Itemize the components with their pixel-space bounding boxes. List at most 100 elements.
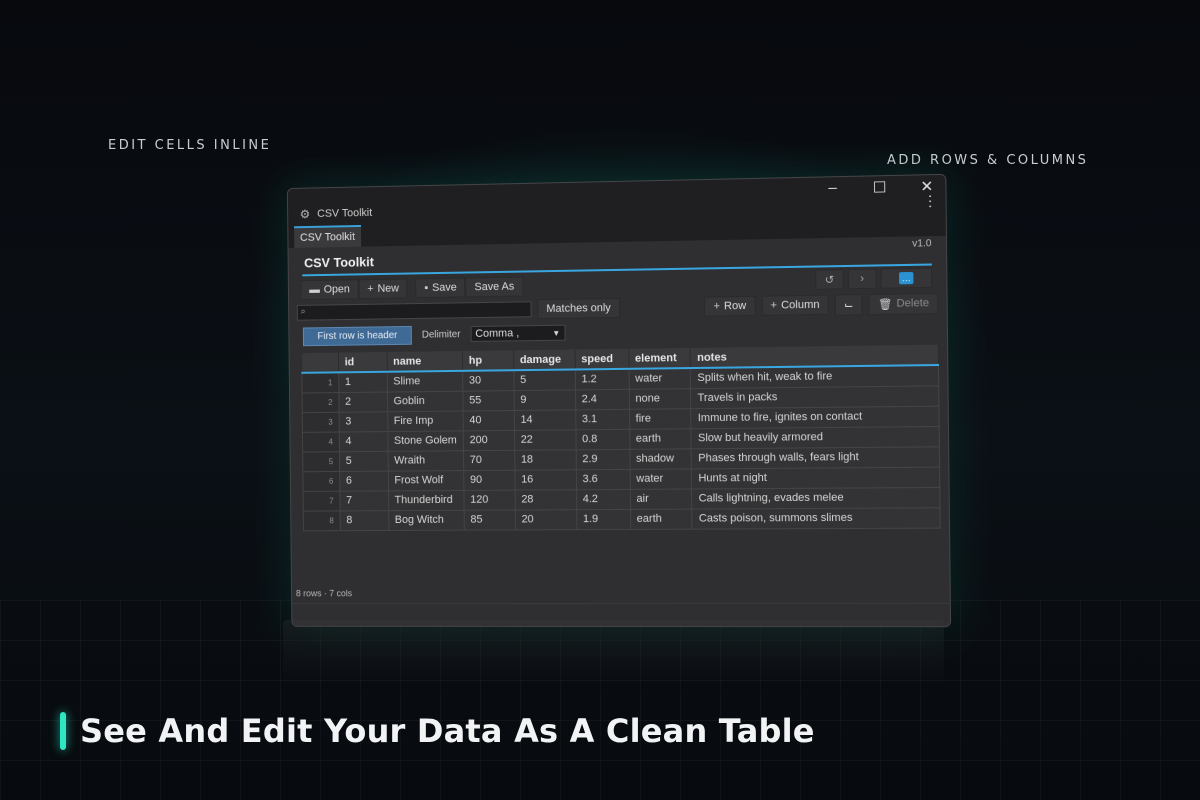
table-cell[interactable]: 5: [514, 369, 576, 390]
table-cell[interactable]: 40: [463, 410, 514, 430]
history-icon[interactable]: ↺: [815, 269, 844, 290]
table-cell[interactable]: 55: [463, 390, 514, 410]
search-input[interactable]: ⌕: [297, 301, 532, 320]
table-cell[interactable]: 3.1: [575, 409, 629, 430]
table-cell[interactable]: 22: [514, 429, 576, 449]
table-cell[interactable]: 200: [463, 430, 514, 450]
table-cell[interactable]: earth: [629, 428, 691, 449]
window-reflection: [283, 620, 944, 690]
settings-button[interactable]: …: [880, 268, 932, 289]
save-as-label: Save As: [474, 281, 514, 294]
table-cell[interactable]: Slime: [387, 371, 463, 392]
table-cell[interactable]: 6: [340, 471, 389, 491]
first-row-header-toggle[interactable]: First row is header: [303, 325, 412, 345]
status-bar: 8 rows · 7 cols: [292, 588, 950, 605]
table-cell[interactable]: 20: [515, 509, 577, 529]
column-header[interactable]: damage: [513, 350, 575, 371]
tab-csv-toolkit[interactable]: CSV Toolkit: [294, 225, 361, 248]
table-cell[interactable]: 8: [340, 510, 389, 530]
table-cell[interactable]: Immune to fire, ignites on contact: [691, 406, 939, 429]
table-cell[interactable]: 3: [339, 411, 388, 431]
table-cell[interactable]: Splits when hit, weak to fire: [691, 365, 939, 388]
table-cell[interactable]: water: [630, 468, 692, 488]
table-cell[interactable]: 9: [514, 389, 576, 410]
table-cell[interactable]: 14: [514, 409, 576, 430]
chevron-right-icon[interactable]: ›: [848, 269, 877, 290]
app-window: ⚙ CSV Toolkit – ☐ ✕ ⋮ CSV Toolkit CSV To…: [287, 174, 951, 627]
table-cell[interactable]: Goblin: [387, 391, 463, 412]
table-cell[interactable]: 5: [339, 451, 388, 471]
table-cell[interactable]: 3.6: [576, 469, 630, 489]
table-cell[interactable]: Travels in packs: [691, 385, 939, 408]
table-cell[interactable]: 7: [340, 490, 389, 510]
table-cell[interactable]: 1: [339, 372, 388, 392]
table-cell[interactable]: 16: [515, 469, 577, 489]
minimize-icon[interactable]: –: [824, 179, 841, 198]
row-number: 5: [303, 451, 340, 471]
more-options-icon[interactable]: ⋮: [923, 192, 938, 210]
table-cell[interactable]: Calls lightning, evades melee: [692, 487, 940, 509]
save-as-button[interactable]: Save As: [465, 277, 523, 298]
table-cell[interactable]: Hunts at night: [692, 467, 940, 489]
table-cell[interactable]: Phases through walls, fears light: [692, 446, 940, 468]
table-cell[interactable]: fire: [629, 408, 691, 429]
table-cell[interactable]: Bog Witch: [388, 510, 464, 530]
table-cell[interactable]: shadow: [629, 448, 691, 469]
table-cell[interactable]: air: [630, 489, 692, 509]
version-label: v1.0: [912, 238, 932, 250]
column-header[interactable]: speed: [575, 349, 629, 370]
window-title: CSV Toolkit: [317, 207, 372, 220]
floppy-icon: ▪: [424, 282, 428, 294]
table-cell[interactable]: Frost Wolf: [388, 470, 464, 490]
table-cell[interactable]: 0.8: [576, 429, 630, 449]
matches-only-button[interactable]: Matches only: [537, 298, 620, 319]
table-cell[interactable]: 70: [463, 450, 514, 470]
table-cell[interactable]: 2.9: [576, 449, 630, 469]
column-header[interactable]: element: [628, 348, 690, 369]
table-cell[interactable]: 2: [339, 392, 388, 412]
table-cell[interactable]: none: [629, 388, 691, 409]
table-cell[interactable]: Thunderbird: [388, 490, 464, 510]
ellipsis-icon: …: [899, 272, 914, 284]
table-cell[interactable]: Slow but heavily armored: [691, 426, 939, 448]
add-column-button[interactable]: + Column: [761, 295, 829, 316]
table-cell[interactable]: water: [629, 368, 691, 389]
table-cell[interactable]: 4: [339, 431, 388, 451]
plus-icon: +: [367, 283, 373, 295]
table-cell[interactable]: 120: [464, 490, 515, 510]
table-cell[interactable]: 1.2: [575, 369, 629, 390]
table-cell[interactable]: 30: [463, 370, 514, 390]
table-cell[interactable]: 28: [515, 489, 577, 509]
table-cell[interactable]: Casts poison, summons slimes: [692, 507, 940, 528]
table-cell[interactable]: 85: [464, 510, 515, 530]
table-cell[interactable]: earth: [630, 509, 692, 529]
table-cell[interactable]: 4.2: [576, 489, 630, 509]
save-button[interactable]: ▪ Save: [416, 278, 466, 299]
table-cell[interactable]: 90: [464, 470, 515, 490]
column-header[interactable]: name: [387, 351, 463, 372]
add-row-button[interactable]: + Row: [704, 296, 755, 317]
delimiter-label: Delimiter: [422, 329, 461, 340]
table-cell[interactable]: Fire Imp: [387, 411, 463, 432]
row-number: 8: [303, 510, 340, 530]
table-cell[interactable]: Stone Golem: [388, 430, 464, 450]
column-header[interactable]: id: [338, 352, 387, 372]
folder-icon: ▬: [309, 284, 320, 296]
table-cell[interactable]: 1.9: [576, 509, 630, 529]
table-cell[interactable]: Wraith: [388, 450, 464, 470]
caret-down-icon: ▼: [552, 328, 560, 337]
window-controls: – ☐ ✕: [824, 177, 935, 198]
sort-icon[interactable]: ⌙: [835, 294, 863, 316]
delimiter-value: Comma ,: [475, 327, 519, 340]
trash-icon: 🗑: [878, 297, 892, 310]
open-button[interactable]: ▬ Open: [300, 279, 358, 300]
table-cell[interactable]: 2.4: [575, 389, 629, 410]
delimiter-select[interactable]: Comma , ▼: [470, 325, 565, 342]
table-cell[interactable]: 18: [514, 449, 576, 469]
new-button[interactable]: + New: [359, 278, 408, 299]
delete-button[interactable]: 🗑 Delete: [869, 292, 939, 314]
toolbar-right-icons: ↺ › …: [815, 268, 932, 290]
column-header[interactable]: hp: [462, 350, 513, 371]
maximize-icon[interactable]: ☐: [871, 178, 888, 197]
table-row: 8 8 Bog Witch 85 20 1.9 earth Casts poison, sum…: [303, 507, 940, 530]
